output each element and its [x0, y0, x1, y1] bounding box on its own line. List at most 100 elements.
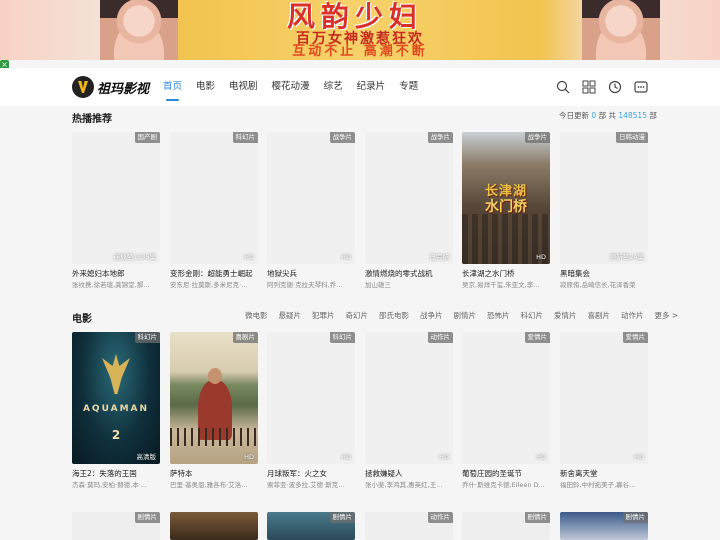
category-badge: 剧情片: [622, 512, 648, 523]
category-link[interactable]: 战争片: [420, 310, 443, 321]
search-icon[interactable]: [556, 79, 570, 94]
video-title[interactable]: 长津湖之水门桥: [462, 269, 550, 279]
poster-image[interactable]: 剧情片: [72, 512, 160, 540]
category-badge: 科幻片: [232, 132, 258, 143]
category-badge: 剧情片: [329, 512, 355, 523]
video-card[interactable]: 动作片 HD 拯救嫌疑人 张小斐,李鸿其,惠英红,王...: [365, 332, 453, 490]
video-card[interactable]: 战争片 HD 地狱尖兵 阿列克谢·克拉夫琴科,乔...: [267, 132, 355, 290]
poster-image[interactable]: 长津湖 水门桥 战争片 HD: [462, 132, 550, 264]
category-link[interactable]: 奇幻片: [346, 310, 369, 321]
video-card[interactable]: AQUAMAN 2 科幻片 高清版 海王2：失落的王国 杰森·莫玛,安柏·赫德,…: [72, 332, 160, 490]
video-card[interactable]: 国产剧 连载至1335集 外来媳妇本地郎 张纹携,徐若瑄,龚锦堂,郝...: [72, 132, 160, 290]
nav-item-variety[interactable]: 综艺: [324, 80, 343, 94]
movie-category-filter: 微电影 悬疑片 犯罪片 奇幻片 邵氏电影 战争片 剧情片 恐怖片 科幻片 爱情片…: [245, 310, 689, 321]
video-card[interactable]: 爱情片 HD 新舍离天堂 福田鈴,中村拓美子,寡谷...: [560, 332, 648, 490]
nav-item-home[interactable]: 首页: [163, 80, 182, 101]
total-count: 148515: [618, 111, 647, 120]
category-link[interactable]: 悬疑片: [279, 310, 302, 321]
video-card[interactable]: 战争片 已完结 激情燃烧的零式战机 加山雄三: [365, 132, 453, 290]
video-cast: 安东尼·拉莫斯,多米尼克·...: [170, 281, 248, 289]
message-icon[interactable]: [634, 79, 648, 93]
category-link[interactable]: 喜剧片: [588, 310, 611, 321]
category-badge: 科幻片: [329, 332, 355, 343]
video-title[interactable]: 拯救嫌疑人: [365, 469, 453, 479]
poster-title-text: AQUAMAN: [82, 404, 150, 414]
video-cast: 吴京,易烊千玺,朱亚文,李...: [462, 281, 540, 289]
video-title[interactable]: 外来媳妇本地郎: [72, 269, 160, 279]
poster-title-text: 长津湖: [484, 184, 527, 199]
video-title[interactable]: 新舍离天堂: [560, 469, 648, 479]
movies-section-title: 电影: [72, 314, 92, 325]
category-link[interactable]: 犯罪片: [312, 310, 335, 321]
video-card[interactable]: 日韩动漫 更新至24集 黑暗集会 寂原侑,岳崎信长,花泽香菜: [560, 132, 648, 290]
main-nav: 首页 电影 电视剧 樱花动漫 综艺 纪录片 专题: [163, 80, 432, 101]
category-link[interactable]: 微电影: [245, 310, 268, 321]
nav-item-movies[interactable]: 电影: [196, 80, 215, 94]
video-title[interactable]: 海王2：失落的王国: [72, 469, 160, 479]
video-cast: 张纹携,徐若瑄,龚锦堂,郝...: [72, 281, 150, 289]
video-title[interactable]: 月球叛军：火之女: [267, 469, 355, 479]
poster-image[interactable]: 爱情片 HD: [560, 332, 648, 464]
poster-image[interactable]: 剧情片: [560, 512, 648, 540]
banner-model-image-left: [100, 0, 178, 60]
poster-image[interactable]: 剧情片: [462, 512, 550, 540]
poster-image[interactable]: 动作片: [365, 512, 453, 540]
video-card[interactable]: 长津湖 水门桥 战争片 HD 长津湖之水门桥 吴京,易烊千玺,朱亚文,李...: [462, 132, 550, 290]
video-title[interactable]: 激情燃烧的零式战机: [365, 269, 453, 279]
video-cast: 加山雄三: [365, 281, 391, 289]
site-header: 祖玛影视 首页 电影 电视剧 樱花动漫 综艺 纪录片 专题: [0, 68, 720, 106]
video-card[interactable]: 喜剧片 HD 萨特本 巴里·基奥恩,雅各布·艾洛...: [170, 332, 258, 490]
video-title[interactable]: 萨特本: [170, 469, 258, 479]
category-badge: 喜剧片: [232, 332, 258, 343]
category-badge: 日韩动漫: [616, 132, 648, 143]
nav-item-topics[interactable]: 专题: [399, 80, 418, 94]
category-link[interactable]: 剧情片: [454, 310, 477, 321]
poster-sequel-number: 2: [111, 428, 121, 442]
category-badge: 战争片: [524, 132, 550, 143]
video-card[interactable]: 科幻片 HD 变形金刚：超能勇士崛起 安东尼·拉莫斯,多米尼克·...: [170, 132, 258, 290]
video-title[interactable]: 变形金刚：超能勇士崛起: [170, 269, 258, 279]
nav-item-anime[interactable]: 樱花动漫: [272, 80, 310, 94]
grid-icon[interactable]: [582, 79, 596, 94]
banner-model-image-right: [582, 0, 660, 60]
category-link[interactable]: 科幻片: [521, 310, 544, 321]
poster-image[interactable]: 国产剧 连载至1335集: [72, 132, 160, 264]
poster-image[interactable]: 科幻片 HD: [170, 132, 258, 264]
poster-image[interactable]: 战争片 已完结: [365, 132, 453, 264]
update-suffix: 部: [649, 111, 657, 120]
episode-status: HD: [341, 253, 351, 261]
video-title[interactable]: 葡萄庄园的圣诞节: [462, 469, 550, 479]
poster-image[interactable]: 科幻片 HD: [267, 332, 355, 464]
video-card[interactable]: 爱情片 HD 葡萄庄园的圣诞节 乔什·斯维克卡德,Eileen D...: [462, 332, 550, 490]
nav-item-documentary[interactable]: 纪录片: [357, 80, 386, 94]
poster-image[interactable]: [170, 512, 258, 540]
poster-image[interactable]: 喜剧片 HD: [170, 332, 258, 464]
poster-subtitle-text: 水门桥: [485, 199, 527, 215]
category-badge: 战争片: [427, 132, 453, 143]
category-link[interactable]: 动作片: [621, 310, 644, 321]
poster-image[interactable]: 剧情片: [267, 512, 355, 540]
video-cast: 巴里·基奥恩,雅各布·艾洛...: [170, 481, 248, 489]
update-stats: 今日更新 0 部 共 148515 部: [559, 110, 657, 121]
episode-status: 连载至1335集: [113, 253, 156, 261]
category-link[interactable]: 爱情片: [554, 310, 577, 321]
poster-railing-art: [170, 428, 258, 446]
category-badge: 科幻片: [134, 332, 160, 343]
video-card[interactable]: 科幻片 HD 月球叛军：火之女 索菲亚·波多拉,艾德·斯克...: [267, 332, 355, 490]
category-badge: 动作片: [427, 512, 453, 523]
history-icon[interactable]: [608, 79, 622, 94]
poster-image[interactable]: 日韩动漫 更新至24集: [560, 132, 648, 264]
poster-image[interactable]: 动作片 HD: [365, 332, 453, 464]
poster-image[interactable]: 战争片 HD: [267, 132, 355, 264]
poster-image[interactable]: 爱情片 HD: [462, 332, 550, 464]
category-link[interactable]: 恐怖片: [487, 310, 510, 321]
nav-item-tv[interactable]: 电视剧: [229, 80, 258, 94]
poster-image[interactable]: AQUAMAN 2 科幻片 高清版: [72, 332, 160, 464]
category-link[interactable]: 邵氏电影: [379, 310, 409, 321]
top-banner-ad[interactable]: 风韵少妇 百万女神激惹狂欢 互动不止 高潮不断: [0, 0, 720, 60]
site-logo[interactable]: 祖玛影视: [72, 76, 149, 98]
quality-label: HD: [439, 453, 449, 461]
more-link[interactable]: 更多 >: [655, 310, 679, 321]
video-title[interactable]: 地狱尖兵: [267, 269, 355, 279]
video-title[interactable]: 黑暗集会: [560, 269, 648, 279]
